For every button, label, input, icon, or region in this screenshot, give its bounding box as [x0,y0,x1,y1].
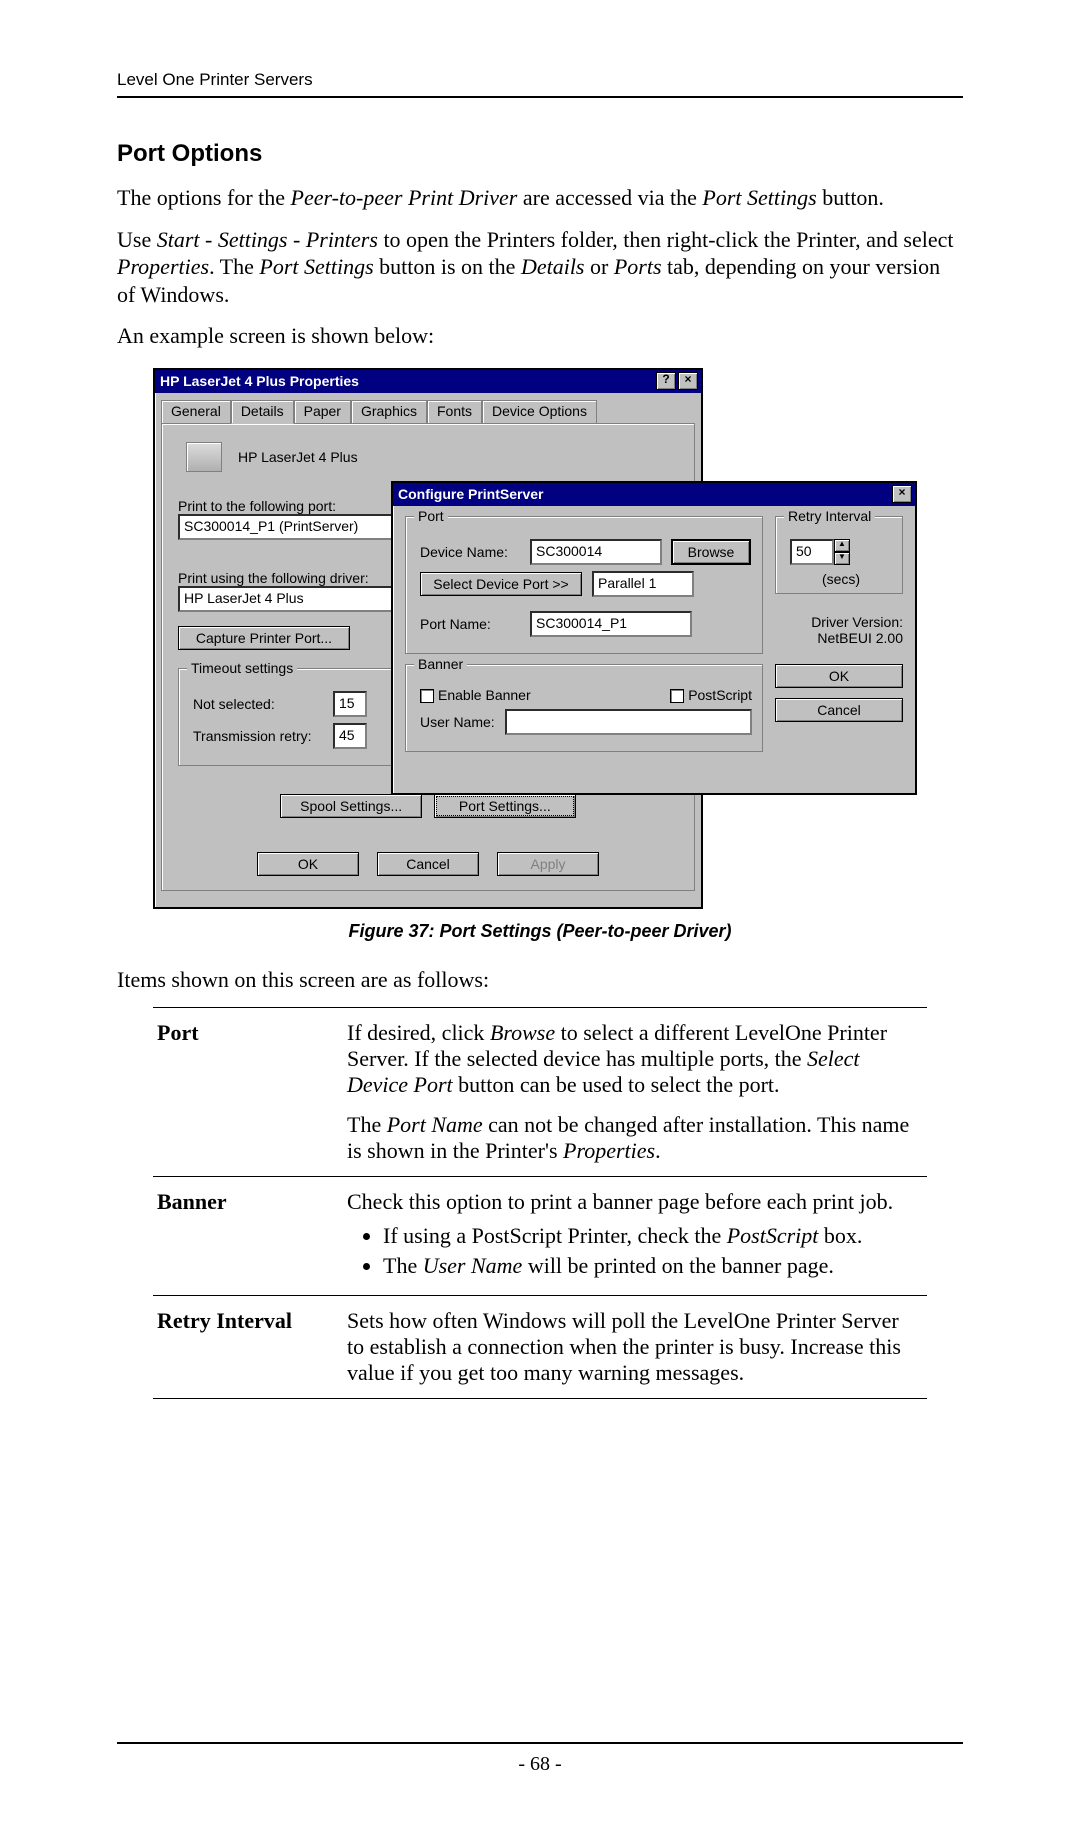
tab-general[interactable]: General [161,400,231,424]
help-icon[interactable]: ? [656,372,676,390]
tab-graphics[interactable]: Graphics [351,400,427,424]
not-selected-field[interactable]: 15 [333,691,367,717]
ok-button[interactable]: OK [257,852,359,876]
page-number: - 68 - [0,1753,1080,1776]
device-name-label: Device Name: [420,544,520,560]
close-icon[interactable]: × [892,485,912,503]
browse-button[interactable]: Browse [672,540,750,564]
row-banner-value: Check this option to print a banner page… [347,1177,927,1296]
spin-down-icon[interactable]: ▼ [834,552,850,565]
tab-fonts[interactable]: Fonts [427,400,482,424]
capture-printer-port-button[interactable]: Capture Printer Port... [178,626,350,650]
not-selected-label: Not selected: [193,696,323,712]
tab-details[interactable]: Details [231,400,294,424]
figure-caption: Figure 37: Port Settings (Peer-to-peer D… [117,921,963,942]
row-retry-value: Sets how often Windows will poll the Lev… [347,1296,927,1399]
configure-printserver-window: Configure PrintServer × Port Device Name… [391,481,917,795]
port-name-label: Port Name: [420,616,520,632]
secs-label: (secs) [790,571,892,587]
spin-up-icon[interactable]: ▲ [834,539,850,552]
driver-version-value: NetBEUI 2.00 [775,630,903,646]
user-name-label: User Name: [420,714,495,730]
enable-banner-checkbox[interactable]: Enable Banner [420,687,531,703]
timeout-group-title: Timeout settings [187,660,297,676]
port-settings-button[interactable]: Port Settings... [434,794,576,818]
user-name-field[interactable] [505,709,752,735]
paragraph-2: Use Start - Settings - Printers to open … [117,226,963,309]
transmission-retry-field[interactable]: 45 [333,723,367,749]
screenshot: HP LaserJet 4 Plus Properties ? × Genera… [153,368,913,905]
retry-interval-group-title: Retry Interval [784,508,875,524]
port-group-title: Port [414,508,448,524]
tab-paper[interactable]: Paper [294,400,351,424]
titlebar-configure-title: Configure PrintServer [398,486,543,502]
row-port-key: Port [153,1008,347,1177]
banner-group-title: Banner [414,656,467,672]
row-banner-key: Banner [153,1177,347,1296]
print-port-dropdown[interactable]: SC300014_P1 (PrintServer) [178,514,400,540]
running-head: Level One Printer Servers [117,70,963,98]
port-name-field: SC300014_P1 [530,611,692,637]
description-table: Port If desired, click Browse to select … [153,1007,927,1399]
printer-icon [186,442,222,472]
section-heading: Port Options [117,140,963,168]
printer-name-label: HP LaserJet 4 Plus [238,449,358,465]
titlebar-configure: Configure PrintServer × [393,483,915,506]
paragraph-4: Items shown on this screen are as follow… [117,966,963,994]
row-port-value: If desired, click Browse to select a dif… [347,1008,927,1177]
postscript-checkbox[interactable]: PostScript [670,687,752,703]
tab-device-options[interactable]: Device Options [482,400,597,424]
ok-button[interactable]: OK [775,664,903,688]
titlebar-title: HP LaserJet 4 Plus Properties [160,373,359,389]
row-retry-key: Retry Interval [153,1296,347,1399]
driver-dropdown[interactable]: HP LaserJet 4 Plus [178,586,400,612]
spool-settings-button[interactable]: Spool Settings... [280,794,422,818]
device-name-field[interactable]: SC300014 [530,539,662,565]
footer-rule [117,1742,963,1744]
titlebar-properties: HP LaserJet 4 Plus Properties ? × [155,370,701,393]
driver-version-label: Driver Version: [775,614,903,630]
select-device-port-button[interactable]: Select Device Port >> [420,572,582,596]
selected-port-field: Parallel 1 [592,571,694,597]
cancel-button[interactable]: Cancel [377,852,479,876]
retry-interval-field[interactable]: 50 [790,539,834,565]
close-icon[interactable]: × [678,372,698,390]
cancel-button[interactable]: Cancel [775,698,903,722]
transmission-retry-label: Transmission retry: [193,728,323,744]
apply-button: Apply [497,852,599,876]
paragraph-3: An example screen is shown below: [117,322,963,350]
paragraph-1: The options for the Peer-to-peer Print D… [117,184,963,212]
tab-strip: General Details Paper Graphics Fonts Dev… [161,399,695,423]
